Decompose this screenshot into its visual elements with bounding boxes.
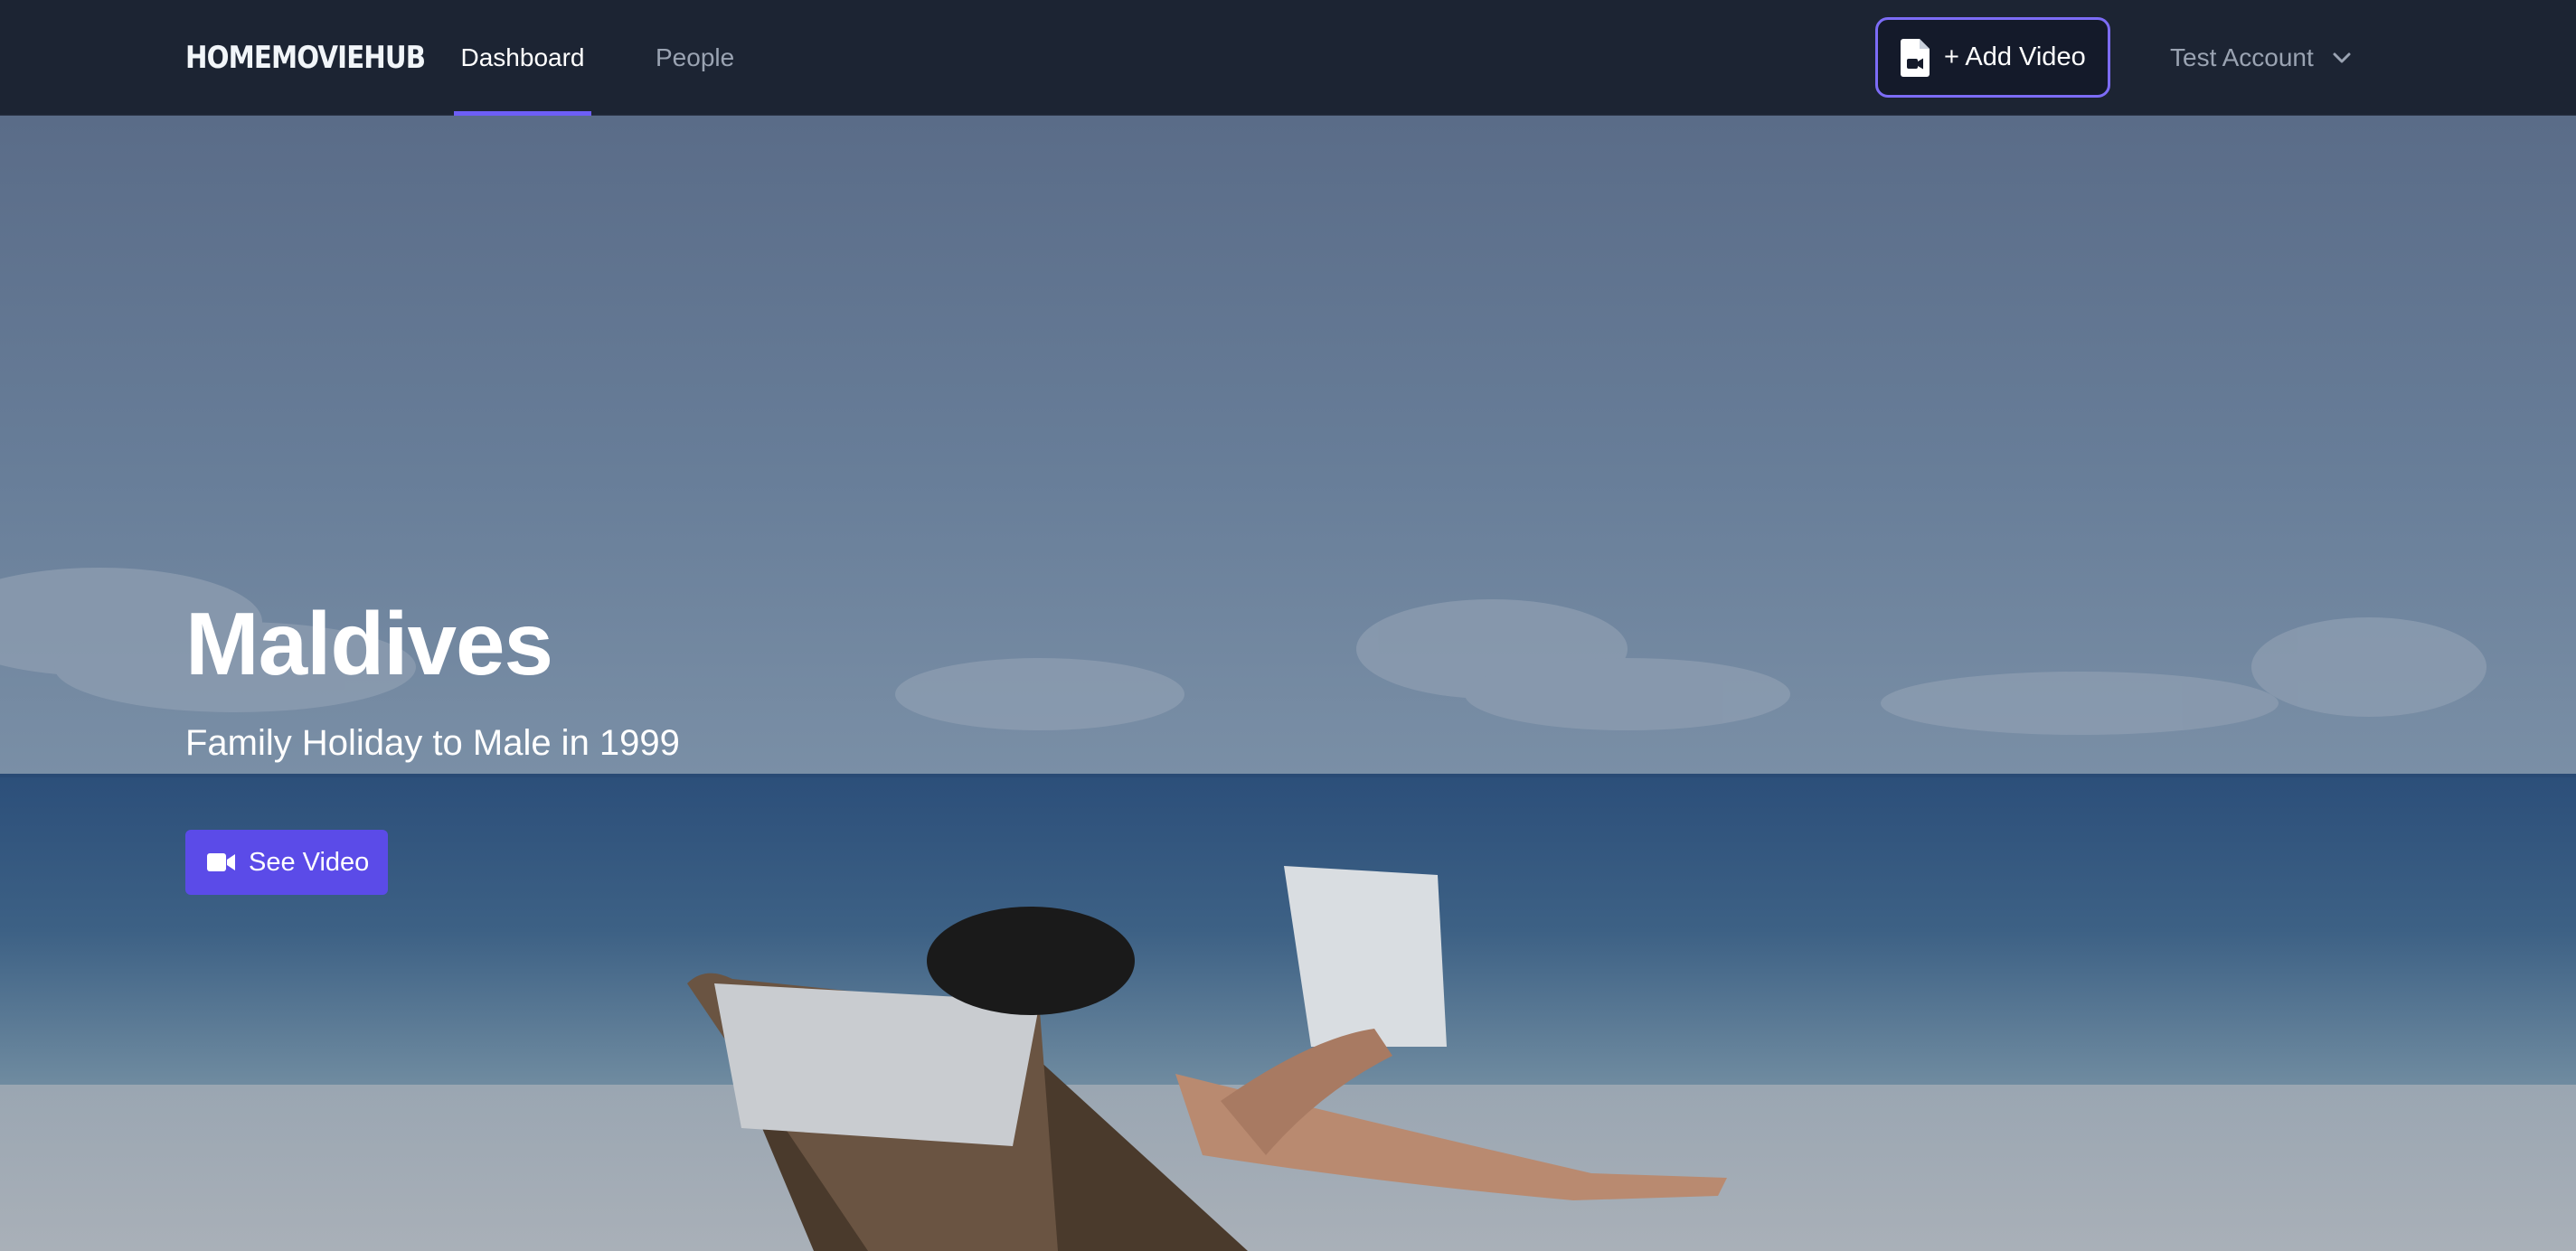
brand-logo[interactable]: HOMEMOVIEHUB xyxy=(185,36,426,80)
hero-title: Maldives xyxy=(185,594,553,693)
hero-banner: Maldives Family Holiday to Male in 1999 … xyxy=(0,116,2576,1251)
account-menu[interactable]: Test Account xyxy=(2170,0,2352,116)
top-navbar: HOMEMOVIEHUB Dashboard People + Add Vide… xyxy=(0,0,2576,116)
add-video-label: + Add Video xyxy=(1944,42,2086,71)
see-video-label: See Video xyxy=(249,847,370,877)
see-video-button[interactable]: See Video xyxy=(185,830,388,895)
chevron-down-icon xyxy=(2333,52,2351,63)
add-video-button[interactable]: + Add Video xyxy=(1875,17,2110,98)
tab-people[interactable]: People xyxy=(656,0,734,116)
account-name: Test Account xyxy=(2170,43,2314,71)
file-video-icon xyxy=(1901,38,1930,77)
video-camera-icon xyxy=(207,853,235,871)
hero-subtitle: Family Holiday to Male in 1999 xyxy=(185,723,680,763)
tab-dashboard[interactable]: Dashboard xyxy=(454,0,591,116)
